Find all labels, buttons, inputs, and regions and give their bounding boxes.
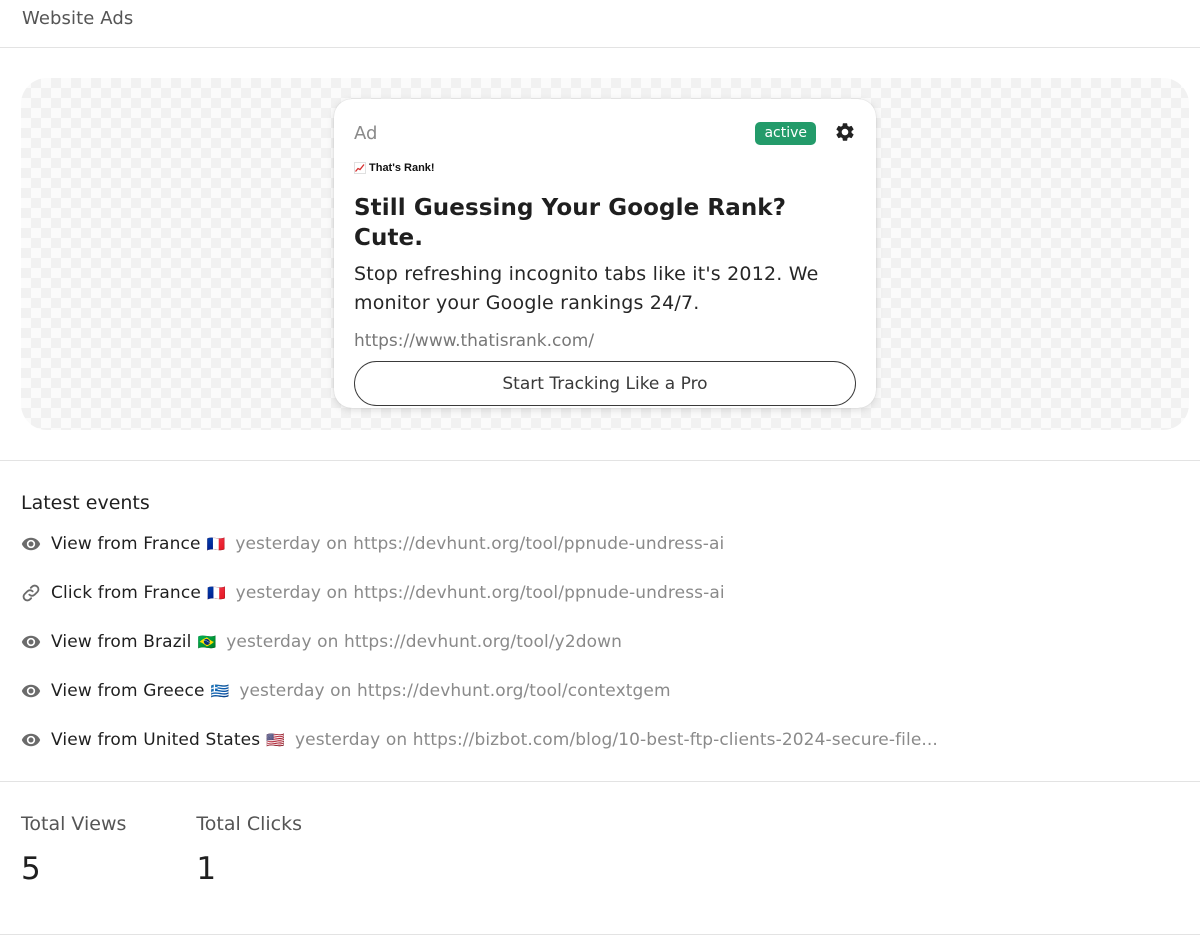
event-label: View from United States [51,729,261,750]
total-views-value: 5 [21,851,41,887]
ad-body-text: Stop refreshing incognito tabs like it's… [354,263,819,314]
total-clicks-value: 1 [196,851,217,887]
ad-preview-section: Ad active That's Rank! Still Guessing Yo… [0,48,1200,461]
events-title: Latest events [21,492,150,514]
country-flag: 🇧🇷 [197,632,217,651]
ad-headline: Still Guessing Your Google Rank? Cute. [354,195,787,251]
country-flag: 🇬🇷 [210,681,230,700]
event-row: View from Greece 🇬🇷 yesterday on https:/… [21,666,1179,715]
event-label: View from France [51,533,201,554]
eye-icon [21,537,41,550]
event-row: Click from France 🇫🇷 yesterday on https:… [21,568,1179,617]
brand-row: That's Rank! [354,161,856,175]
total-clicks-stat: Total Clicks 1 [196,812,302,934]
page-header: Website Ads [0,0,1200,48]
country-flag: 🇫🇷 [206,534,226,553]
event-meta: yesterday on https://devhunt.org/tool/co… [239,680,671,701]
total-clicks-label: Total Clicks [196,813,302,835]
event-meta: yesterday on https://devhunt.org/tool/pp… [235,582,725,603]
link-icon [22,584,40,601]
brand-name: That's Rank! [369,162,435,174]
ad-card-header: Ad active [354,99,856,159]
ad-label: Ad [354,123,378,144]
event-label: Click from France [51,582,201,603]
eye-icon [21,635,41,648]
country-flag: 🇫🇷 [206,583,226,602]
ad-preview-area: Ad active That's Rank! Still Guessing Yo… [21,78,1189,430]
event-label: View from Brazil [51,631,192,652]
ad-card: Ad active That's Rank! Still Guessing Yo… [334,99,876,408]
event-label: View from Greece [51,680,205,701]
stats-section: Total Views 5 Total Clicks 1 [0,782,1200,935]
event-meta: yesterday on https://bizbot.com/blog/10-… [294,729,938,750]
chart-increasing-icon [354,162,366,174]
country-flag: 🇺🇸 [266,730,285,749]
total-views-label: Total Views [21,813,127,835]
event-meta: yesterday on https://devhunt.org/tool/pp… [235,533,725,554]
latest-events-section: Latest events View from France 🇫🇷 yester… [0,461,1200,782]
status-badge: active [755,122,816,145]
eye-icon [21,733,41,746]
ad-url[interactable]: https://www.thatisrank.com/ [354,330,856,352]
cta-button[interactable]: Start Tracking Like a Pro [354,361,856,406]
total-views-stat: Total Views 5 [21,812,126,934]
gear-icon[interactable] [834,121,856,143]
event-row: View from France 🇫🇷 yesterday on https:/… [21,519,1179,568]
page-title: Website Ads [22,8,134,29]
event-row: View from Brazil 🇧🇷 yesterday on https:/… [21,617,1179,666]
event-row: View from United States 🇺🇸 yesterday on … [21,715,1179,764]
event-meta: yesterday on https://devhunt.org/tool/y2… [226,631,623,652]
eye-icon [21,684,41,697]
